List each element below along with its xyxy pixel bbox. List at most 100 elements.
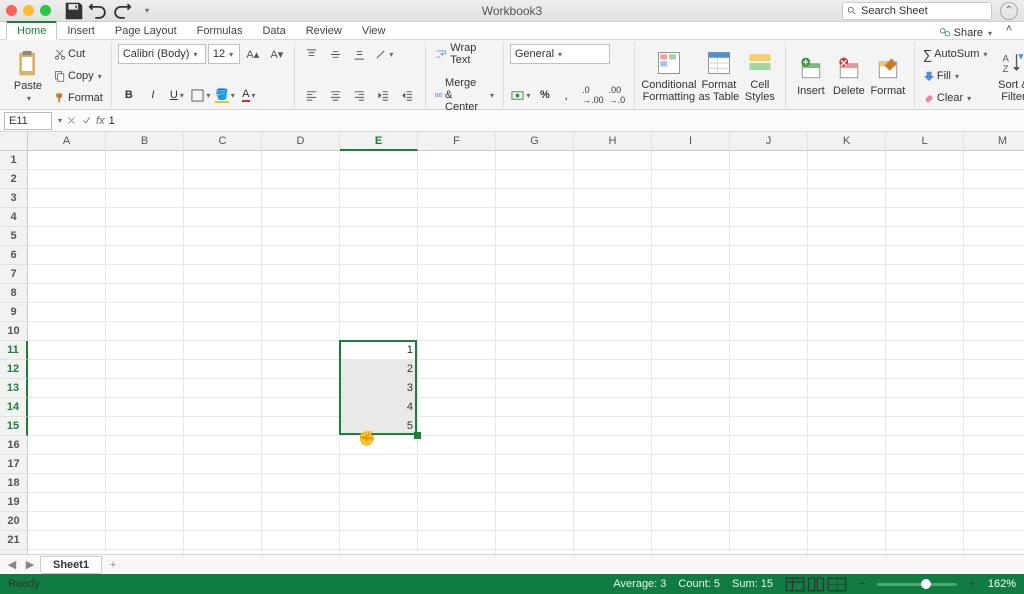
wrap-text-button[interactable]: Wrap Text [432, 44, 497, 64]
cell[interactable] [184, 265, 262, 284]
font-name-combo[interactable]: Calibri (Body)▾ [118, 44, 206, 64]
cell[interactable] [28, 512, 106, 531]
cell[interactable] [340, 284, 418, 303]
cell[interactable] [28, 436, 106, 455]
row-header[interactable]: 14 [0, 398, 28, 417]
cell[interactable] [574, 493, 652, 512]
cell[interactable] [496, 151, 574, 170]
comma-button[interactable]: , [558, 85, 580, 105]
cell[interactable] [28, 455, 106, 474]
cell[interactable] [652, 398, 730, 417]
cell[interactable] [418, 455, 496, 474]
cell[interactable] [496, 417, 574, 436]
cell[interactable] [730, 417, 808, 436]
cell[interactable] [184, 303, 262, 322]
cell[interactable] [886, 436, 964, 455]
normal-view-icon[interactable] [785, 577, 805, 591]
undo-icon[interactable] [87, 2, 109, 20]
cell[interactable] [886, 265, 964, 284]
cell[interactable] [262, 341, 340, 360]
align-top-button[interactable] [301, 44, 323, 64]
cell[interactable] [340, 265, 418, 284]
cell[interactable] [886, 474, 964, 493]
cell[interactable] [340, 455, 418, 474]
cancel-formula-icon[interactable] [66, 115, 77, 126]
cell[interactable] [652, 474, 730, 493]
copy-button[interactable]: Copy▾ [52, 66, 105, 86]
cell[interactable] [418, 284, 496, 303]
increase-font-button[interactable]: A▴ [242, 44, 264, 64]
cell[interactable] [418, 379, 496, 398]
cell[interactable] [496, 170, 574, 189]
collapse-ribbon-icon[interactable]: ˄ [998, 19, 1020, 39]
cell[interactable] [964, 360, 1024, 379]
cell[interactable] [652, 303, 730, 322]
orientation-button[interactable]: ▾ [373, 44, 395, 64]
cell[interactable] [28, 303, 106, 322]
cell[interactable] [418, 151, 496, 170]
cell[interactable] [730, 246, 808, 265]
cell[interactable] [730, 531, 808, 550]
add-sheet-button[interactable]: + [104, 557, 122, 573]
page-break-view-icon[interactable] [827, 577, 847, 591]
cell[interactable] [574, 227, 652, 246]
cell[interactable] [418, 246, 496, 265]
increase-indent-button[interactable] [397, 85, 419, 105]
cell[interactable] [106, 550, 184, 554]
row-header[interactable]: 12 [0, 360, 28, 379]
cell[interactable] [184, 284, 262, 303]
name-box[interactable]: E11 [4, 112, 52, 130]
align-bottom-button[interactable] [349, 44, 371, 64]
col-header[interactable]: E [340, 132, 418, 151]
cell[interactable] [340, 170, 418, 189]
cell[interactable] [340, 493, 418, 512]
cell[interactable] [496, 265, 574, 284]
sheet-nav-prev-icon[interactable]: ◀ [4, 557, 20, 573]
close-window-button[interactable] [6, 5, 17, 16]
cell[interactable] [496, 455, 574, 474]
cell[interactable] [340, 208, 418, 227]
cell[interactable] [964, 455, 1024, 474]
row-header[interactable]: 13 [0, 379, 28, 398]
cell[interactable] [574, 303, 652, 322]
col-header[interactable]: M [964, 132, 1024, 151]
cell[interactable] [652, 512, 730, 531]
cell[interactable] [730, 208, 808, 227]
paste-button[interactable]: Paste▾ [6, 44, 50, 108]
cell[interactable] [730, 151, 808, 170]
cell[interactable] [496, 189, 574, 208]
percent-button[interactable]: % [534, 85, 556, 105]
decrease-font-button[interactable]: A▾ [266, 44, 288, 64]
cell[interactable] [28, 246, 106, 265]
cell[interactable] [730, 170, 808, 189]
cell[interactable] [28, 170, 106, 189]
format-painter-button[interactable]: Format [52, 88, 105, 108]
cell[interactable] [574, 151, 652, 170]
cell[interactable] [964, 322, 1024, 341]
cell[interactable] [886, 455, 964, 474]
cell[interactable] [262, 550, 340, 554]
align-middle-button[interactable] [325, 44, 347, 64]
cell[interactable] [184, 227, 262, 246]
cell[interactable] [730, 398, 808, 417]
cell[interactable] [886, 227, 964, 246]
tab-page-layout[interactable]: Page Layout [105, 23, 187, 39]
row-header[interactable]: 3 [0, 189, 28, 208]
cell[interactable] [418, 170, 496, 189]
sort-filter-button[interactable]: AZSort & Filter [993, 44, 1024, 108]
cell[interactable] [106, 455, 184, 474]
cell[interactable] [730, 303, 808, 322]
format-as-table-button[interactable]: Format as Table [697, 44, 741, 108]
cell[interactable] [106, 341, 184, 360]
row-header[interactable]: 9 [0, 303, 28, 322]
cell[interactable] [808, 398, 886, 417]
cell[interactable] [106, 360, 184, 379]
cell[interactable] [106, 474, 184, 493]
cell[interactable] [886, 512, 964, 531]
cell[interactable] [106, 303, 184, 322]
cell[interactable] [496, 284, 574, 303]
cell[interactable] [106, 265, 184, 284]
cell[interactable] [106, 208, 184, 227]
page-layout-view-icon[interactable] [806, 577, 826, 591]
cell[interactable] [262, 512, 340, 531]
